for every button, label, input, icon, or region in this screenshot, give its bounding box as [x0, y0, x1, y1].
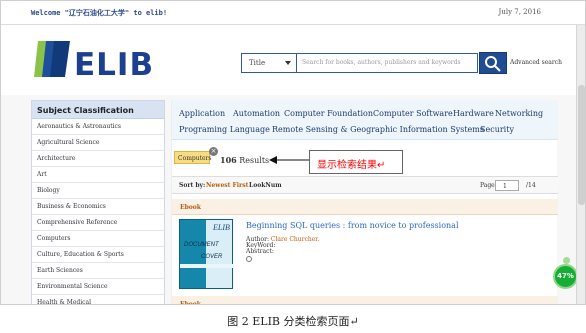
sidebar-item[interactable]: Business & Economics	[32, 199, 164, 215]
search-button[interactable]	[479, 52, 507, 74]
main-content: Application Automation Computer Foundati…	[171, 100, 558, 305]
search-icon	[485, 56, 501, 72]
ebook-header: Ebook	[172, 199, 558, 215]
category-link[interactable]: Application	[179, 109, 225, 118]
annotation-text: 显示检索结果↵	[317, 160, 386, 171]
sidebar-item[interactable]: Aeronautics & Astronautics	[32, 119, 164, 135]
date-text: July 7, 2016	[498, 8, 541, 16]
header: ELIB Title Search for books, authors, pu…	[1, 25, 585, 95]
search-type-select[interactable]: Title	[242, 54, 297, 72]
ebook-header-next: Ebook	[172, 296, 558, 305]
category-link[interactable]: Security	[480, 125, 514, 134]
search-box[interactable]: Title Search for books, authors, publish…	[241, 53, 478, 73]
sort-looknum-link[interactable]: LookNum	[249, 182, 282, 189]
category-link[interactable]: Programing Language	[179, 125, 270, 134]
sidebar-item[interactable]: Biology	[32, 183, 164, 199]
cover-document-label: DOCUMENT	[184, 242, 219, 248]
sidebar-item[interactable]: Health & Medical	[32, 295, 164, 304]
circle-icon[interactable]	[246, 256, 252, 262]
figure-caption: 图 2 ELIB 分类检索页面↵	[227, 315, 359, 328]
page-total: /14	[526, 182, 536, 189]
category-link[interactable]: Automation	[233, 109, 280, 118]
sidebar-item[interactable]: Architecture	[32, 151, 164, 167]
cover-cover-label: COVER	[201, 254, 223, 260]
progress-badge: 47%	[553, 264, 578, 289]
page-number-input[interactable]: 1	[495, 180, 519, 191]
ebook-label: Ebook	[180, 301, 201, 305]
sidebar-item[interactable]: Culture, Education & Sports	[32, 247, 164, 263]
sidebar-item[interactable]: Earth Sciences	[32, 263, 164, 279]
vertical-scrollbar[interactable]	[576, 25, 585, 304]
cover-stripe	[180, 264, 234, 268]
active-filter-label: Computers	[178, 155, 212, 162]
advanced-search-link[interactable]: Advanced search	[510, 59, 562, 66]
annotation-callout: 显示检索结果↵	[309, 150, 403, 174]
badge-dot	[563, 257, 570, 264]
subject-sidebar: Subject Classification Aeronautics & Ast…	[31, 100, 165, 304]
close-icon[interactable]: ×	[209, 147, 218, 156]
author-name-link[interactable]: Clare Churcher.	[271, 236, 320, 243]
sidebar-item[interactable]: Computers	[32, 231, 164, 247]
category-link[interactable]: Hardware	[453, 109, 494, 118]
sort-newest-link[interactable]: Newest First	[206, 182, 248, 189]
category-link[interactable]: Computer Foundation	[284, 109, 373, 118]
sidebar-item[interactable]: Agricultural Science	[32, 135, 164, 151]
ebook-label: Ebook	[180, 204, 201, 211]
elib-screenshot: Welcome "辽宁石油化工大学" to elib! July 7, 2016…	[0, 0, 586, 305]
sidebar-item[interactable]: Art	[32, 167, 164, 183]
subcategory-bar: Application Automation Computer Foundati…	[172, 100, 558, 140]
scrollbar-thumb[interactable]	[578, 85, 585, 205]
welcome-text: Welcome "辽宁石油化工大学" to elib!	[31, 9, 168, 17]
search-input-placeholder[interactable]: Search for books, authors, publishers an…	[302, 59, 461, 66]
result-label: Results	[239, 156, 270, 165]
sidebar-item[interactable]: Environmental Science	[32, 279, 164, 295]
chevron-down-icon	[285, 61, 291, 65]
category-link[interactable]: Networking	[495, 109, 543, 118]
category-link[interactable]: Remote Sensing & Geographic Information …	[272, 125, 484, 134]
result-count: 106 Results	[220, 155, 269, 165]
sort-bar: Sort by: Newest First LookNum Page 1 /14	[172, 176, 558, 194]
abstract-label: Abstract:	[246, 248, 274, 255]
top-bar: Welcome "辽宁石油化工大学" to elib! July 7, 2016	[1, 1, 585, 25]
search-type-value: Title	[249, 59, 266, 67]
elib-logo[interactable]: ELIB	[34, 35, 153, 83]
active-filter-tag[interactable]: Computers	[174, 151, 212, 164]
page-label: Page	[480, 182, 495, 189]
sidebar-title: Subject Classification	[32, 101, 164, 119]
sort-label: Sort by:	[179, 182, 206, 189]
book-cover[interactable]: ELIB DOCUMENT COVER	[179, 219, 234, 289]
book-title-link[interactable]: Beginning SQL queries : from novice to p…	[246, 221, 459, 230]
category-link[interactable]: Computer Software	[373, 109, 453, 118]
result-number: 106	[220, 155, 237, 165]
cover-brand: ELIB	[213, 223, 230, 232]
logo-text: ELIB	[74, 47, 155, 83]
sidebar-item[interactable]: Comprehensive Reference	[32, 215, 164, 231]
